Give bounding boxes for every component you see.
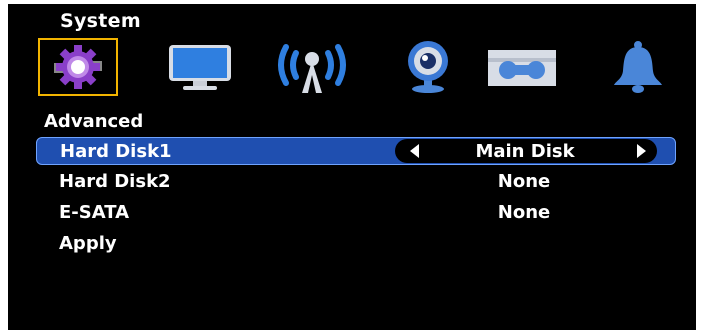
storage-disk-icon[interactable] [482,38,562,96]
camera-icon[interactable] [388,38,468,96]
section-title: Advanced [44,111,144,132]
setting-row-hard-disk1[interactable]: Hard Disk1 Main Disk [36,137,676,165]
dvr-menu-screen: System Advanced Hard Disk1 Main Disk Har… [8,4,696,330]
right-arrow-icon[interactable] [637,144,646,158]
setting-value: None [497,171,551,192]
apply-label: Apply [59,233,117,254]
network-antenna-icon[interactable] [272,38,352,96]
display-monitor-icon[interactable] [160,38,240,96]
setting-label: E-SATA [59,202,130,223]
system-gear-icon[interactable] [38,38,118,96]
setting-value: None [497,202,551,223]
setting-label: Hard Disk2 [59,171,171,192]
setting-row-hard-disk2[interactable]: Hard Disk2 None [36,168,676,196]
alarm-bell-icon[interactable] [598,38,678,96]
menu-title: System [60,10,141,32]
setting-row-e-sata[interactable]: E-SATA None [36,199,676,227]
icon-bar [8,38,696,100]
setting-label: Hard Disk1 [60,141,172,162]
setting-value: Main Disk [475,141,575,162]
apply-button[interactable]: Apply [36,230,676,258]
